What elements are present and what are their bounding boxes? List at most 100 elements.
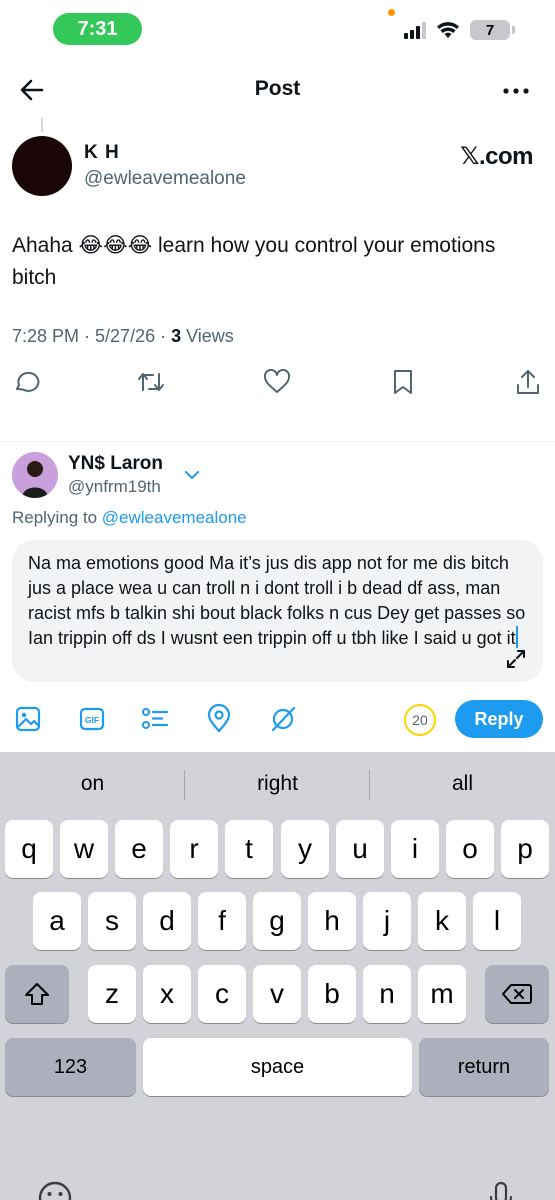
predictive-text-bar: on right all: [0, 752, 555, 816]
replying-to-handle[interactable]: @ewleavemealone: [102, 508, 247, 527]
add-gif-button[interactable]: GIF: [77, 704, 107, 734]
key-s[interactable]: s: [88, 892, 136, 950]
add-poll-button[interactable]: [140, 704, 170, 734]
gif-icon: GIF: [79, 707, 105, 731]
post-author-avatar[interactable]: [12, 136, 72, 196]
battery-icon: 7: [470, 20, 510, 40]
key-d[interactable]: d: [143, 892, 191, 950]
key-j[interactable]: j: [363, 892, 411, 950]
replying-to-prefix: Replying to: [12, 508, 102, 527]
privacy-indicator-dot: [388, 9, 395, 16]
page-title: Post: [254, 77, 301, 100]
key-c[interactable]: c: [198, 965, 246, 1023]
expand-composer-button[interactable]: [505, 648, 527, 670]
add-image-button[interactable]: [13, 704, 43, 734]
key-v[interactable]: v: [253, 965, 301, 1023]
post-text: Ahaha 😂😂😂 learn how you control your emo…: [12, 234, 496, 289]
backspace-icon: [502, 984, 532, 1004]
key-x[interactable]: x: [143, 965, 191, 1023]
post-actions: [0, 366, 555, 402]
key-w[interactable]: w: [60, 820, 108, 878]
cellular-signal-icon: [404, 21, 426, 39]
thread-line: [41, 118, 43, 132]
location-pin-icon: [207, 704, 231, 733]
post-timestamp: 7:28 PM · 5/27/26 ·: [12, 326, 172, 346]
header-bar: Post: [0, 62, 555, 116]
shift-icon: [25, 983, 49, 1005]
more-options-button[interactable]: [499, 76, 533, 106]
xcom-watermark: 𝕏.com: [460, 143, 533, 170]
key-g[interactable]: g: [253, 892, 301, 950]
post-views-count: 3: [171, 326, 182, 346]
key-o[interactable]: o: [446, 820, 494, 878]
key-f[interactable]: f: [198, 892, 246, 950]
grok-icon: [271, 706, 296, 732]
bookmark-action-button[interactable]: [387, 366, 419, 398]
key-e[interactable]: e: [115, 820, 163, 878]
key-t[interactable]: t: [225, 820, 273, 878]
key-q[interactable]: q: [5, 820, 53, 878]
poll-icon: [142, 708, 169, 729]
repost-action-button[interactable]: [135, 366, 167, 398]
key-h[interactable]: h: [308, 892, 356, 950]
key-u[interactable]: u: [336, 820, 384, 878]
grok-button[interactable]: [268, 704, 298, 734]
reply-user-avatar[interactable]: [12, 452, 58, 498]
chevron-down-icon: [185, 471, 199, 479]
account-switch-button[interactable]: [182, 465, 202, 485]
key-p[interactable]: p: [501, 820, 549, 878]
battery-level: 7: [485, 21, 495, 39]
delete-key[interactable]: [485, 965, 549, 1023]
key-m[interactable]: m: [418, 965, 466, 1023]
status-bar: 7:31 7: [0, 0, 555, 58]
text-caret: [515, 626, 518, 648]
reply-action-button[interactable]: [10, 366, 42, 398]
post-author-handle[interactable]: @ewleavemealone: [84, 168, 246, 190]
key-n[interactable]: n: [363, 965, 411, 1023]
suggestion-1[interactable]: on: [0, 752, 185, 816]
bookmark-icon: [394, 370, 412, 394]
emoji-icon: [38, 1181, 72, 1200]
like-action-button[interactable]: [261, 366, 293, 398]
key-r[interactable]: r: [170, 820, 218, 878]
image-icon: [15, 706, 41, 732]
post-author-name[interactable]: K H: [84, 142, 120, 164]
dictation-button[interactable]: [487, 1180, 515, 1200]
replying-to-line: Replying to @ewleavemealone: [12, 508, 247, 528]
expand-icon: [507, 650, 525, 668]
reply-submit-button[interactable]: Reply: [455, 700, 543, 738]
key-k[interactable]: k: [418, 892, 466, 950]
reply-compose-field[interactable]: Na ma emotions good Ma it’s jus dis app …: [12, 540, 543, 682]
numbers-key[interactable]: 123: [5, 1038, 136, 1096]
comment-icon: [16, 371, 40, 392]
suggestion-2[interactable]: right: [185, 752, 370, 816]
repost-icon: [138, 373, 164, 391]
return-key[interactable]: return: [419, 1038, 549, 1096]
svg-text:GIF: GIF: [85, 715, 99, 725]
key-y[interactable]: y: [281, 820, 329, 878]
suggestion-3[interactable]: all: [370, 752, 555, 816]
shift-key[interactable]: [5, 965, 69, 1023]
key-i[interactable]: i: [391, 820, 439, 878]
wifi-icon: [437, 22, 459, 38]
composer-toolbar: GIF 20 Reply: [0, 700, 555, 740]
status-time: 7:31: [53, 13, 142, 45]
space-key[interactable]: space: [143, 1038, 412, 1096]
section-divider: [0, 441, 555, 442]
more-horizontal-icon: [503, 88, 529, 94]
reply-user-name: YN$ Laron: [68, 453, 164, 474]
post-meta: 7:28 PM · 5/27/26 · 3 Views: [12, 326, 234, 347]
share-icon: [517, 370, 539, 394]
reply-user-handle: @ynfrm19th: [68, 477, 161, 496]
key-z[interactable]: z: [88, 965, 136, 1023]
key-b[interactable]: b: [308, 965, 356, 1023]
share-action-button[interactable]: [512, 366, 544, 398]
add-location-button[interactable]: [204, 704, 234, 734]
emoji-keyboard-button[interactable]: [37, 1180, 73, 1200]
key-l[interactable]: l: [473, 892, 521, 950]
post-views-label: Views: [181, 326, 234, 346]
microphone-icon: [489, 1181, 513, 1200]
key-a[interactable]: a: [33, 892, 81, 950]
heart-icon: [263, 368, 291, 393]
character-counter: 20: [404, 704, 436, 736]
